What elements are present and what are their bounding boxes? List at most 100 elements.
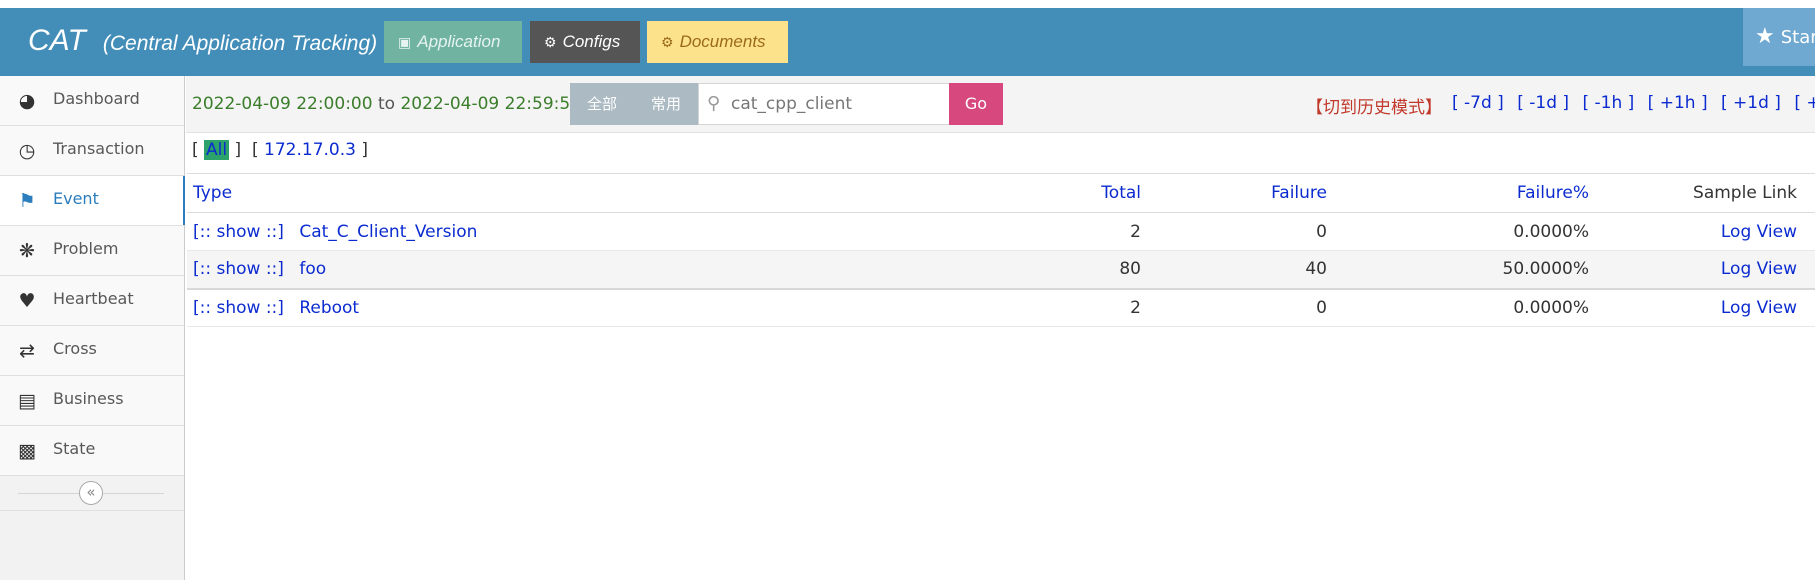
bracket: [	[192, 140, 199, 160]
failure-percent-cell: 0.0000%	[1513, 221, 1589, 242]
sample-link-column-header: Sample Link	[1693, 183, 1797, 203]
table-row: [:: show ::] foo 80 40 50.0000% Log View	[187, 250, 1815, 289]
shift-minus-7d-link[interactable]: [ -7d ]	[1452, 93, 1504, 113]
common-domains-button[interactable]: 常用	[634, 83, 698, 125]
show-graph-link[interactable]: [:: show ::]	[193, 222, 284, 242]
dashboard-icon: ◕	[18, 90, 36, 112]
sidebar-item-event[interactable]: ⚑ Event	[0, 176, 185, 226]
brand-name: CAT	[28, 24, 86, 57]
failure-cell: 40	[1305, 259, 1327, 280]
log-view-link[interactable]: Log View	[1721, 222, 1797, 242]
failure-cell: 0	[1316, 297, 1327, 318]
ip-filter-all[interactable]: All	[204, 140, 230, 160]
collapse-sidebar-button[interactable]: «	[79, 481, 103, 505]
show-graph-link[interactable]: [:: show ::]	[193, 259, 284, 279]
range-separator: to	[377, 94, 396, 114]
domain-search-input[interactable]	[729, 90, 943, 118]
sidebar-item-label: Business	[53, 389, 124, 408]
configs-label: Configs	[562, 32, 621, 51]
application-label: Application	[417, 32, 501, 51]
failure-cell: 0	[1316, 221, 1327, 242]
sidebar-item-label: Dashboard	[53, 89, 140, 108]
history-mode-link[interactable]: 【切到历史模式】	[1306, 93, 1442, 118]
sidebar-item-label: Cross	[53, 339, 97, 358]
sample-cell: Log View	[1595, 289, 1803, 327]
event-type-link[interactable]: Reboot	[299, 298, 359, 318]
all-domains-button[interactable]: 全部	[570, 83, 634, 125]
sidebar-item-label: Problem	[53, 239, 119, 258]
total-cell: 80	[1119, 259, 1141, 280]
sidebar-item-business[interactable]: ▤ Business	[0, 376, 184, 426]
shift-minus-1d-link[interactable]: [ -1d ]	[1517, 93, 1569, 113]
domain-search: ⚲	[698, 83, 950, 125]
table-row: [:: show ::] Cat_C_Client_Version 2 0 0.…	[187, 213, 1815, 251]
event-type-link[interactable]: Cat_C_Client_Version	[299, 222, 477, 242]
log-view-link[interactable]: Log View	[1721, 259, 1797, 279]
sidebar-item-problem[interactable]: ❋ Problem	[0, 226, 184, 276]
sidebar-item-state[interactable]: ▩ State	[0, 426, 184, 476]
event-table: Type Total Failure Failure% Sample Link …	[187, 173, 1815, 327]
search-icon: ⚲	[707, 93, 721, 114]
star-button[interactable]: ★ Star	[1743, 8, 1815, 66]
go-button[interactable]: Go	[949, 83, 1003, 125]
end-time: 2022-04-09 22:59:59	[400, 94, 582, 114]
shift-plus-7d-link[interactable]: [ +7d ]	[1794, 93, 1815, 113]
spacer	[1803, 289, 1815, 327]
list-icon: ▤	[18, 390, 36, 412]
ip-filter: [ All ] [ 172.17.0.3 ]	[192, 140, 368, 160]
sidebar-item-heartbeat[interactable]: ♥ Heartbeat	[0, 276, 184, 326]
event-type-link[interactable]: foo	[299, 259, 326, 279]
signal-icon: ▣	[398, 34, 412, 50]
time-shift-links: [ -7d ] [ -1d ] [ -1h ] [ +1h ] [ +1d ] …	[1452, 93, 1815, 113]
total-cell: 2	[1130, 297, 1141, 318]
clock-icon: ◷	[18, 140, 36, 162]
brand-subtitle: (Central Application Tracking)	[102, 32, 378, 55]
brand[interactable]: CAT (Central Application Tracking)	[28, 24, 377, 58]
table-header-row: Type Total Failure Failure% Sample Link	[187, 173, 1815, 213]
type-cell: [:: show ::] Cat_C_Client_Version	[187, 213, 959, 251]
date-range: 2022-04-09 22:00:00 to 2022-04-09 22:59:…	[192, 94, 581, 114]
show-graph-link[interactable]: [:: show ::]	[193, 298, 284, 318]
sidebar-item-transaction[interactable]: ◷ Transaction	[0, 126, 184, 176]
sample-cell: Log View	[1595, 251, 1803, 289]
sample-cell: Log View	[1595, 213, 1803, 251]
start-time: 2022-04-09 22:00:00	[192, 94, 373, 114]
bracket: ]	[234, 140, 242, 160]
gears-icon: ⚙	[544, 34, 557, 50]
spacer	[1803, 251, 1815, 289]
spacer	[1803, 174, 1815, 213]
sidebar: ◕ Dashboard ◷ Transaction ⚑ Event ❋ Prob…	[0, 76, 185, 580]
report-toolbar: 2022-04-09 22:00:00 to 2022-04-09 22:59:…	[186, 76, 1815, 133]
total-cell: 2	[1130, 221, 1141, 242]
top-navbar: CAT (Central Application Tracking) ▣ Appl…	[0, 8, 1815, 76]
log-view-link[interactable]: Log View	[1721, 298, 1797, 318]
bar-chart-icon: ▩	[18, 440, 36, 462]
configs-button[interactable]: ⚙ Configs	[530, 21, 640, 63]
failure-percent-cell: 50.0000%	[1502, 259, 1589, 280]
double-chevron-left-icon: «	[86, 483, 96, 501]
sidebar-item-label: Transaction	[53, 139, 145, 158]
bracket: [	[251, 140, 259, 160]
gears-icon: ⚙	[661, 34, 674, 50]
sidebar-item-cross[interactable]: ⇄ Cross	[0, 326, 184, 376]
application-button[interactable]: ▣ Application	[384, 21, 522, 63]
bug-icon: ❋	[19, 240, 35, 262]
ip-filter-address[interactable]: 172.17.0.3	[264, 140, 356, 160]
shift-plus-1d-link[interactable]: [ +1d ]	[1721, 93, 1781, 113]
heart-icon: ♥	[18, 290, 36, 312]
star-icon: ★	[1755, 24, 1775, 49]
sidebar-item-label: Heartbeat	[53, 289, 134, 308]
shift-plus-1h-link[interactable]: [ +1h ]	[1648, 93, 1708, 113]
shift-minus-1h-link[interactable]: [ -1h ]	[1582, 93, 1634, 113]
documents-label: Documents	[679, 32, 766, 51]
failure-percent-cell: 0.0000%	[1513, 297, 1589, 318]
sidebar-item-label: State	[53, 439, 96, 458]
failure-column-header[interactable]: Failure	[1147, 174, 1333, 213]
type-column-header[interactable]: Type	[187, 174, 959, 213]
documents-button[interactable]: ⚙ Documents	[647, 21, 788, 63]
sidebar-item-dashboard[interactable]: ◕ Dashboard	[0, 76, 184, 126]
sidebar-item-label: Event	[53, 189, 99, 208]
failure-percent-column-header[interactable]: Failure%	[1333, 174, 1595, 213]
total-column-header[interactable]: Total	[959, 174, 1147, 213]
spacer	[1803, 213, 1815, 251]
